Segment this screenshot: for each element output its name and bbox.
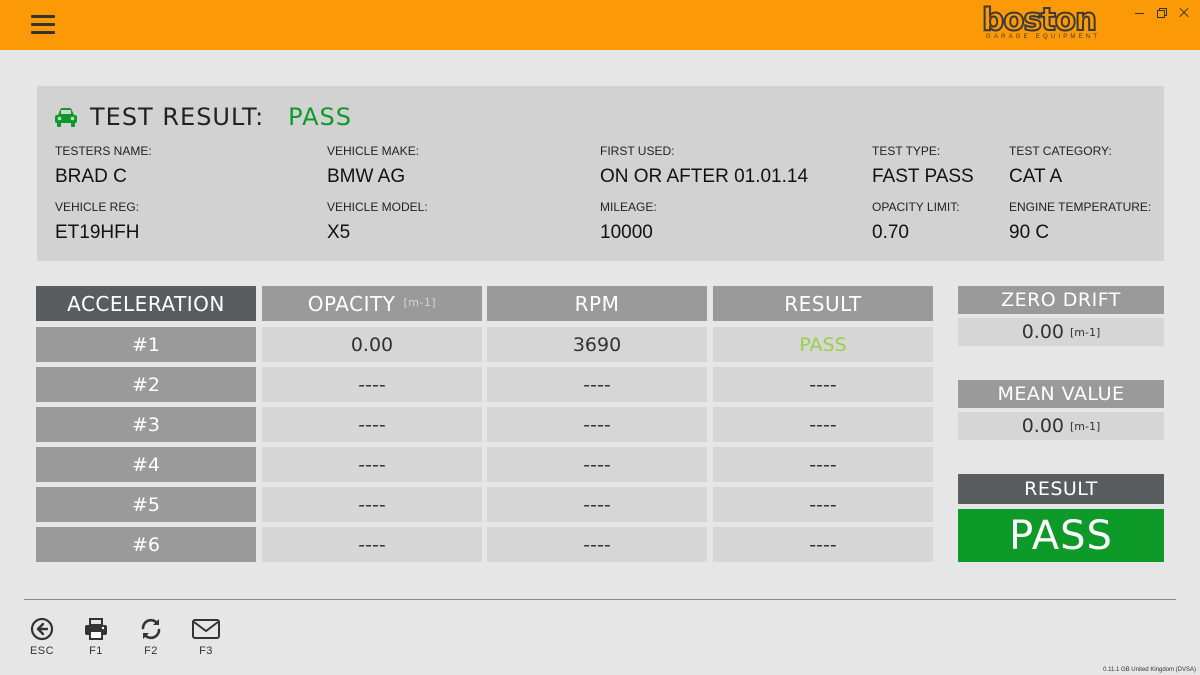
opacity-limit-field: OPACITY LIMIT: 0.70 — [872, 200, 960, 243]
result-badge: PASS — [958, 509, 1164, 562]
opacity-cell: ---- — [262, 407, 482, 442]
minimize-icon[interactable] — [1132, 5, 1148, 21]
rpm-cell: ---- — [487, 447, 707, 482]
refresh-button[interactable]: F2 — [131, 617, 171, 657]
result-cell: ---- — [713, 367, 933, 402]
vehicle-model-field: VEHICLE MODEL: X5 — [327, 200, 428, 243]
test-type-field: TEST TYPE: FAST PASS — [872, 144, 974, 187]
rpm-cell: ---- — [487, 487, 707, 522]
test-info-panel: TEST RESULT: PASS TESTERS NAME: BRAD C V… — [37, 86, 1164, 261]
testers-name-field: TESTERS NAME: BRAD C — [55, 144, 152, 187]
row-label: #2 — [36, 367, 256, 402]
row-label: #3 — [36, 407, 256, 442]
envelope-icon — [192, 619, 220, 639]
header-opacity: OPACITY [m-1] — [262, 286, 482, 321]
menu-icon[interactable] — [31, 14, 57, 36]
opacity-cell: ---- — [262, 367, 482, 402]
title-label: TEST RESULT: — [90, 103, 265, 131]
vehicle-reg-field: VEHICLE REG: ET19HFH — [55, 200, 140, 243]
row-label: #6 — [36, 527, 256, 562]
zero-drift-label: ZERO DRIFT — [958, 286, 1164, 314]
header-acceleration: ACCELERATION — [36, 286, 256, 321]
rpm-cell: ---- — [487, 407, 707, 442]
back-circle-icon — [30, 617, 54, 641]
version-label: 0.11.1 GB United Kingdom (DVSA) — [1103, 667, 1196, 673]
footer-divider — [24, 599, 1176, 600]
test-category-field: TEST CATEGORY: CAT A — [1009, 144, 1112, 187]
refresh-icon — [141, 618, 161, 640]
result-cell: ---- — [713, 447, 933, 482]
title-status: PASS — [288, 103, 352, 131]
engine-temperature-field: ENGINE TEMPERATURE: 90 C — [1009, 200, 1152, 243]
window-controls — [1132, 5, 1192, 21]
car-icon — [55, 108, 77, 127]
result-cell: ---- — [713, 527, 933, 562]
result-cell: ---- — [713, 407, 933, 442]
opacity-cell: 0.00 — [262, 327, 482, 362]
row-label: #4 — [36, 447, 256, 482]
printer-icon — [85, 618, 107, 640]
mean-value-value: 0.00 [m-1] — [958, 412, 1164, 440]
first-used-field: FIRST USED: ON OR AFTER 01.01.14 — [600, 144, 809, 187]
opacity-cell: ---- — [262, 527, 482, 562]
vehicle-make-field: VEHICLE MAKE: BMW AG — [327, 144, 420, 187]
top-bar: boston GARAGE EQUIPMENT — [0, 0, 1200, 50]
zero-drift-value: 0.00 [m-1] — [958, 318, 1164, 346]
mean-value-label: MEAN VALUE — [958, 380, 1164, 408]
result-cell: PASS — [713, 327, 933, 362]
opacity-cell: ---- — [262, 447, 482, 482]
esc-button[interactable]: ESC — [22, 617, 62, 657]
header-result: RESULT — [713, 286, 933, 321]
result-cell: ---- — [713, 487, 933, 522]
result-label: RESULT — [958, 474, 1164, 504]
header-rpm: RPM — [487, 286, 707, 321]
print-button[interactable]: F1 — [76, 617, 116, 657]
boston-logo: boston GARAGE EQUIPMENT — [981, 1, 1101, 40]
row-label: #1 — [36, 327, 256, 362]
row-label: #5 — [36, 487, 256, 522]
rpm-cell: ---- — [487, 367, 707, 402]
test-result-title: TEST RESULT: PASS — [54, 103, 352, 131]
rpm-cell: ---- — [487, 527, 707, 562]
restore-icon[interactable] — [1154, 5, 1170, 21]
close-icon[interactable] — [1176, 5, 1192, 21]
mileage-field: MILEAGE: 10000 — [600, 200, 657, 243]
opacity-cell: ---- — [262, 487, 482, 522]
email-button[interactable]: F3 — [186, 617, 226, 657]
rpm-cell: 3690 — [487, 327, 707, 362]
